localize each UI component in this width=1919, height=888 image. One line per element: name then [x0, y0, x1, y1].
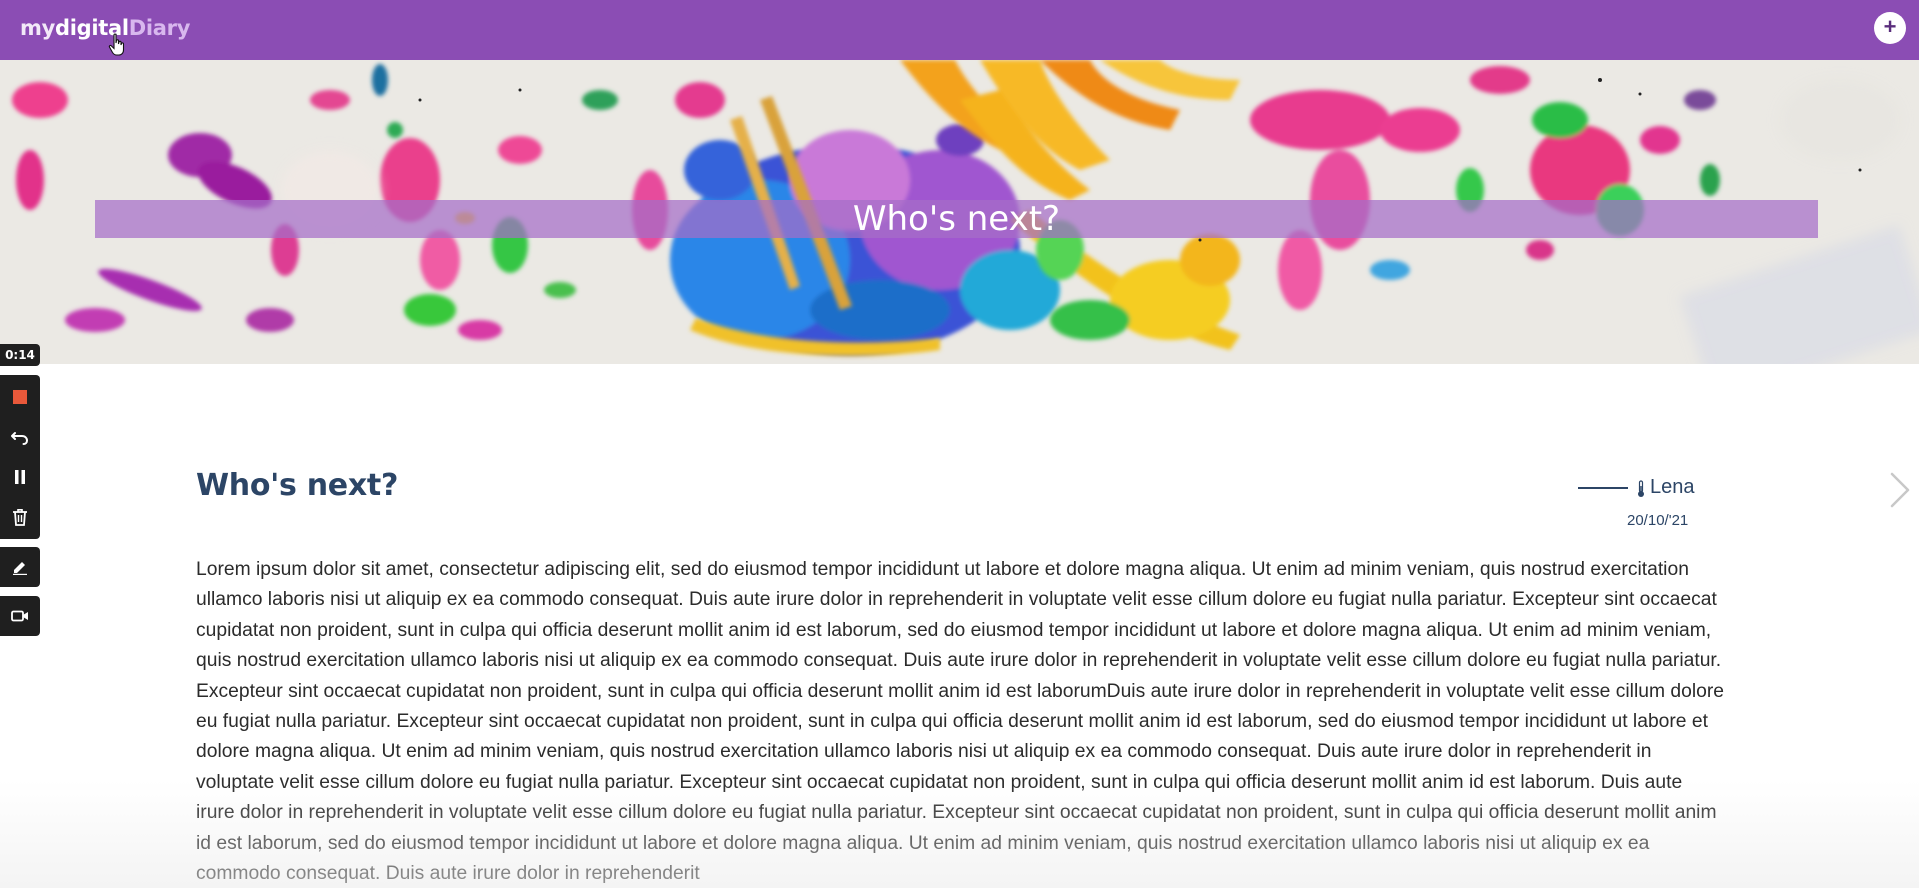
camera-toggle-button[interactable]	[0, 596, 40, 636]
recorder-controls	[0, 375, 40, 539]
undo-icon	[11, 432, 29, 445]
thermometer-icon	[1638, 480, 1644, 497]
annotate-panel	[0, 547, 40, 587]
hand-cursor-icon	[108, 33, 125, 56]
author-divider	[1578, 487, 1628, 489]
post-date: 20/10/'21	[1627, 512, 1689, 529]
stop-recording-button[interactable]	[0, 377, 40, 417]
delete-recording-button[interactable]	[0, 497, 40, 537]
top-bar: mydigitalDiary +	[0, 0, 1919, 60]
trash-icon	[13, 509, 27, 526]
video-camera-icon	[11, 610, 28, 622]
hero-banner: Who's next?	[0, 60, 1919, 364]
post-body: Lorem ipsum dolor sit amet, consectetur …	[196, 559, 1724, 885]
add-entry-button[interactable]: +	[1874, 12, 1906, 44]
pen-icon	[13, 562, 27, 575]
undo-button[interactable]	[0, 417, 40, 457]
post-title: Who's next?	[196, 468, 399, 503]
draw-button[interactable]	[0, 547, 40, 587]
app-logo[interactable]: mydigitalDiary	[20, 16, 190, 40]
author-name[interactable]: Lena	[1650, 476, 1695, 499]
hero-title: Who's next?	[852, 199, 1061, 239]
pause-recording-button[interactable]	[0, 457, 40, 497]
stop-icon	[13, 390, 27, 404]
logo-diary: Diary	[128, 16, 191, 40]
camera-panel	[0, 596, 40, 636]
next-post-chevron-icon[interactable]	[1888, 470, 1912, 510]
recording-timer: 0:14	[0, 344, 40, 366]
pause-icon	[15, 470, 25, 484]
logo-my: my	[20, 16, 55, 40]
